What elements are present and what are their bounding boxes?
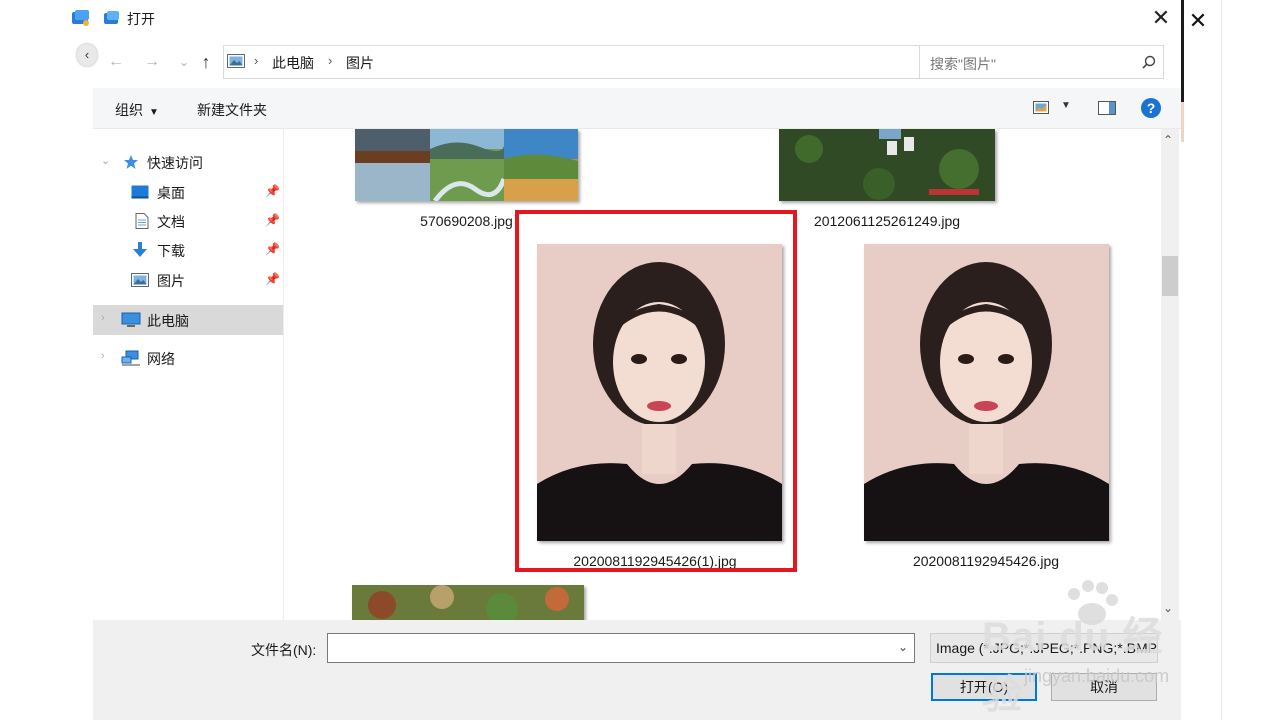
search-icon[interactable]: [1142, 55, 1156, 69]
command-bar: 组织 ▼ 新建文件夹 ▼ ?: [93, 88, 1181, 129]
forward-button[interactable]: →: [141, 50, 163, 74]
file-list-view[interactable]: 570690208.jpg 2012061125261249.jpg 20200…: [284, 129, 1161, 620]
title-bar: 打开 ✕: [72, 0, 1181, 38]
organize-button[interactable]: 组织 ▼: [115, 100, 159, 120]
scrollbar-thumb[interactable]: [1162, 256, 1178, 296]
help-icon[interactable]: ?: [1141, 98, 1161, 118]
scroll-up-icon[interactable]: ⌃: [1163, 133, 1173, 147]
star-icon: [124, 155, 138, 169]
sidebar-item-label: 快速访问: [147, 155, 203, 171]
sidebar-item-pictures[interactable]: 图片 📌: [93, 265, 283, 295]
network-icon: [121, 350, 140, 366]
breadcrumb-pictures[interactable]: 图片: [346, 53, 374, 73]
sidebar-item-label: 桌面: [157, 185, 185, 201]
sidebar-item-downloads[interactable]: 下载 📌: [93, 235, 283, 265]
breadcrumb-separator-icon: ›: [254, 53, 259, 68]
address-bar[interactable]: › 此电脑 › 图片 ⌄ ↻: [223, 45, 988, 79]
sidebar-item-documents[interactable]: 文档 📌: [93, 206, 283, 236]
file-thumbnail[interactable]: [355, 129, 578, 201]
chevron-down-icon[interactable]: ⌄: [101, 154, 110, 167]
caret-down-icon: ▼: [149, 107, 159, 118]
sidebar-item-quick-access[interactable]: ⌄ 快速访问: [93, 147, 283, 177]
filename-dropdown-icon[interactable]: ⌄: [898, 640, 908, 654]
filename-label: 文件名(N):: [251, 642, 317, 658]
pin-icon[interactable]: 📌: [265, 272, 280, 286]
sidebar-item-label: 此电脑: [147, 313, 189, 329]
new-folder-button[interactable]: 新建文件夹: [197, 100, 267, 120]
search-input[interactable]: 搜索"图片": [930, 54, 996, 74]
sidebar-item-label: 图片: [157, 273, 185, 289]
collapse-tab-icon[interactable]: ‹: [77, 44, 97, 66]
background-close-icon[interactable]: ✕: [1186, 8, 1210, 34]
back-button[interactable]: ←: [105, 50, 127, 74]
chevron-right-icon[interactable]: ›: [101, 350, 105, 362]
download-icon: [133, 242, 147, 257]
pictures-folder-icon: [227, 54, 245, 68]
landscape-image: [355, 129, 578, 201]
watermark-text: Bai du 经验: [982, 615, 1164, 717]
filename-input[interactable]: ⌄: [327, 633, 915, 663]
sidebar-item-this-pc[interactable]: › 此电脑: [93, 305, 283, 335]
chevron-right-icon[interactable]: ›: [101, 312, 105, 324]
baidu-watermark: Bai du 经验 jingyan.baidu.com: [960, 578, 1180, 717]
dialog-app-icon: [104, 11, 119, 24]
breadcrumb-this-pc[interactable]: 此电脑: [272, 53, 314, 73]
sidebar-item-label: 文档: [157, 214, 185, 230]
file-thumbnail[interactable]: [779, 129, 995, 201]
sidebar-item-label: 下载: [157, 243, 185, 259]
pictures-icon: [131, 273, 149, 287]
view-dropdown-icon[interactable]: ▼: [1061, 100, 1071, 111]
grass-image: [779, 129, 995, 201]
sidebar-item-network[interactable]: › 网络: [93, 343, 283, 373]
pin-icon[interactable]: 📌: [265, 213, 280, 227]
selection-highlight-box: [515, 210, 797, 572]
file-name[interactable]: 2020081192945426.jpg: [846, 553, 1126, 569]
desktop-icon: [131, 185, 149, 199]
sidebar-item-desktop[interactable]: 桌面 📌: [93, 177, 283, 207]
preview-pane-icon[interactable]: [1098, 101, 1116, 115]
computer-icon: [121, 312, 141, 327]
pin-icon[interactable]: 📌: [265, 184, 280, 198]
change-view-icon[interactable]: [1033, 101, 1049, 114]
organize-label: 组织: [115, 102, 143, 118]
portrait-image: [864, 244, 1109, 541]
file-thumbnail[interactable]: [352, 585, 584, 620]
navigation-pane: ⌄ 快速访问 桌面 📌 文档 📌 下载 📌 图片 📌 › 此电脑 › 网络: [93, 129, 283, 620]
document-icon: [135, 213, 149, 229]
recent-locations-button[interactable]: ⌄: [173, 50, 195, 74]
watermark-url: jingyan.baidu.com: [1024, 666, 1170, 686]
app-icon: [72, 10, 89, 26]
dialog-title: 打开: [127, 11, 155, 27]
file-name[interactable]: 2012061125261249.jpg: [779, 213, 995, 229]
sidebar-item-label: 网络: [147, 351, 175, 367]
background-divider: [1221, 0, 1222, 720]
vertical-scrollbar[interactable]: ⌃ ⌄: [1161, 129, 1179, 620]
search-box[interactable]: 搜索"图片": [919, 45, 1164, 79]
close-button[interactable]: ✕: [1143, 4, 1179, 32]
breadcrumb-separator-icon: ›: [328, 53, 333, 68]
pin-icon[interactable]: 📌: [265, 242, 280, 256]
file-thumbnail[interactable]: [864, 244, 1109, 541]
up-button[interactable]: ↑: [195, 50, 217, 74]
foliage-image: [352, 585, 584, 620]
